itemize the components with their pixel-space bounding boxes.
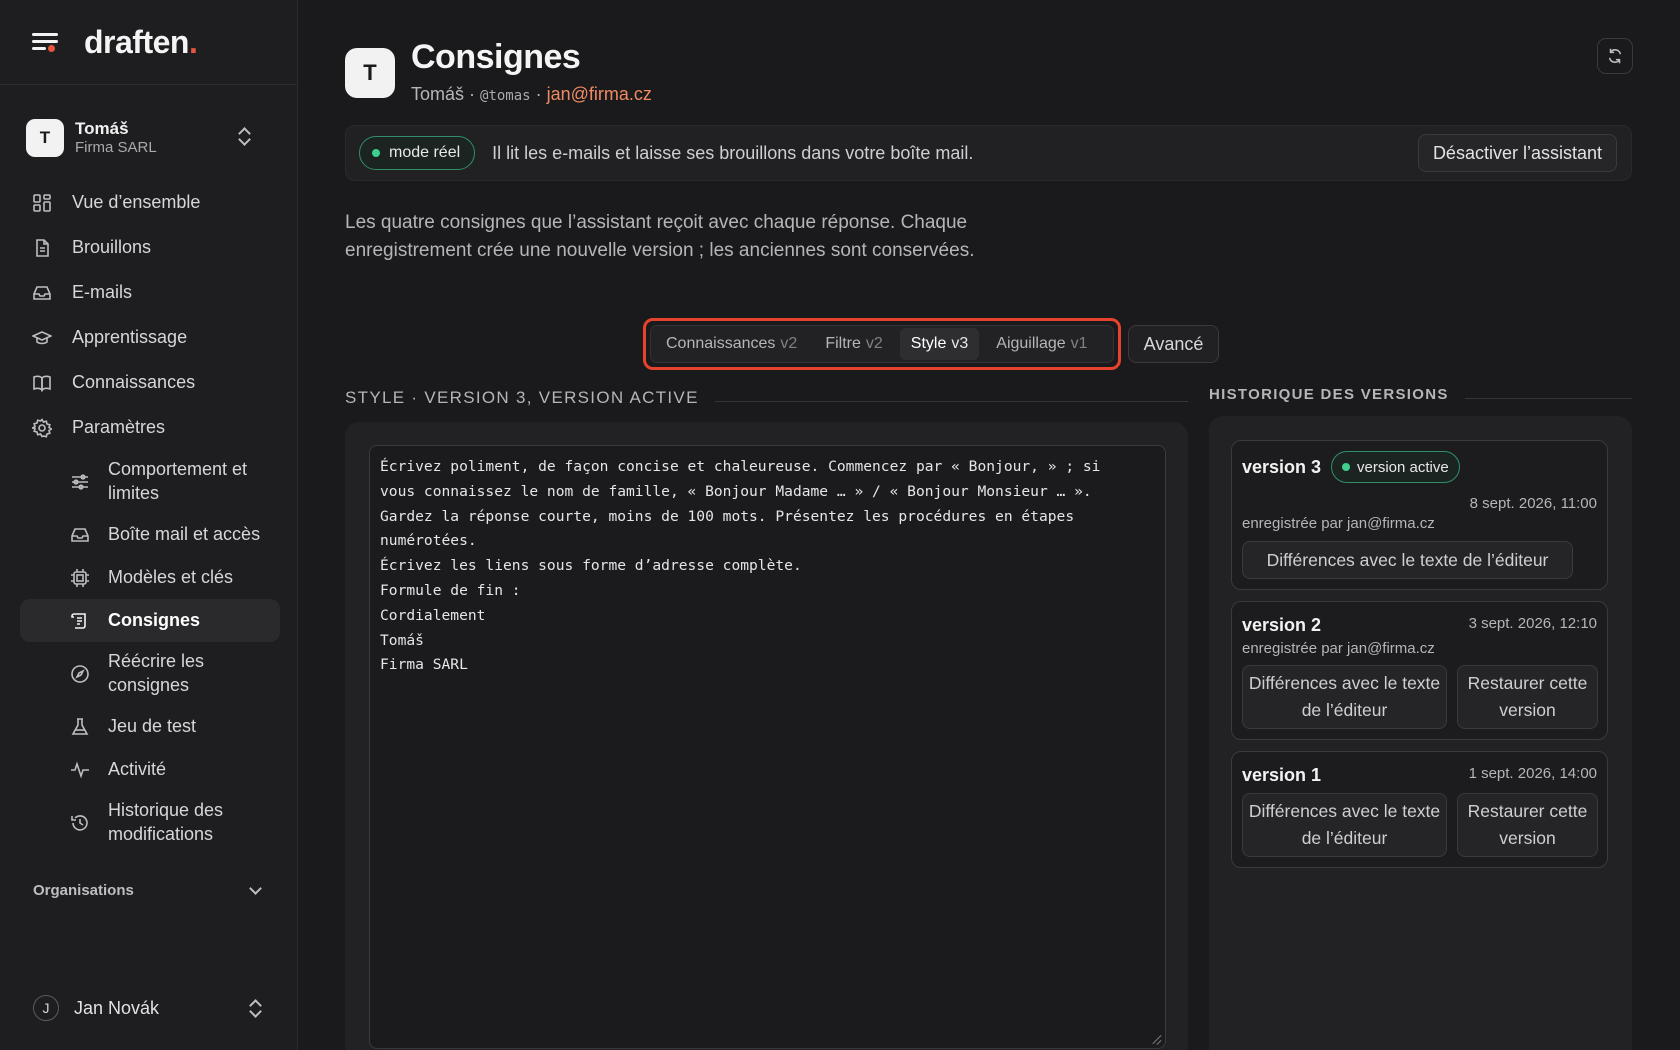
version-item: version 2 3 sept. 2026, 12:10 enregistré… (1231, 601, 1608, 740)
activity-icon (70, 760, 90, 780)
sidebar-nav: Vue d’ensemble Brouillons E-mails Appren… (20, 180, 280, 854)
restore-version-button[interactable]: Restaurer cette version (1457, 665, 1598, 729)
page-avatar: T (345, 48, 395, 98)
section-heading: STYLE · VERSION 3, VERSION ACTIVE (345, 388, 1188, 408)
intro-text: Les quatre consignes que l’assistant reç… (345, 212, 975, 261)
version-item: version 3 version active 8 sept. 2026, 1… (1231, 440, 1608, 590)
status-dot-icon (372, 149, 380, 157)
history-icon (70, 813, 90, 833)
diff-with-editor-button[interactable]: Différences avec le texte de l’éditeur (1242, 665, 1447, 729)
user-name: Jan Novák (74, 997, 160, 1018)
sidebar-subitem-models-keys[interactable]: Modèles et clés (20, 556, 280, 599)
sidebar-item-overview[interactable]: Vue d’ensemble (20, 180, 280, 225)
resize-handle-icon[interactable] (1151, 1034, 1161, 1044)
user-email-link[interactable]: jan@firma.cz (547, 84, 652, 104)
sidebar-subitem-rewrite-instructions[interactable]: Réécrire les consignes (20, 642, 280, 705)
account-switcher[interactable]: T Tomáš Firma SARL (26, 116, 276, 160)
sidebar: draften. T Tomáš Firma SARL Vue d’ensemb… (0, 0, 298, 1050)
grid-icon (32, 193, 52, 213)
sidebar-subitem-test-set[interactable]: Jeu de test (20, 705, 280, 748)
sidebar-item-knowledge[interactable]: Connaissances (20, 360, 280, 405)
compass-icon (70, 664, 90, 684)
sliders-icon (70, 472, 90, 492)
sidebar-item-learning[interactable]: Apprentissage (20, 315, 280, 360)
mode-banner: mode réel Il lit les e-mails et laisse s… (345, 125, 1632, 181)
book-icon (32, 373, 52, 393)
mode-badge: mode réel (359, 136, 476, 170)
main-content: T Consignes Tomáš · @tomas · jan@firma.c… (298, 0, 1680, 1050)
chevron-down-icon (249, 882, 262, 895)
tab-filter[interactable]: Filtre v2 (814, 328, 893, 360)
history-heading: HISTORIQUE DES VERSIONS (1209, 386, 1632, 403)
account-avatar: T (26, 119, 64, 157)
inbox-icon (32, 283, 52, 303)
diff-with-editor-button[interactable]: Différences avec le texte de l’éditeur (1242, 541, 1573, 579)
organisations-toggle[interactable]: Organisations (33, 882, 263, 899)
flask-icon (70, 717, 90, 737)
active-version-badge: version active (1331, 451, 1460, 483)
user-menu[interactable]: J Jan Novák (33, 993, 263, 1023)
sidebar-item-drafts[interactable]: Brouillons (20, 225, 280, 270)
sidebar-subitem-change-history[interactable]: Historique des modifications (20, 791, 280, 854)
refresh-icon (1608, 48, 1622, 64)
version-item: version 1 1 sept. 2026, 14:00 Différence… (1231, 751, 1608, 868)
version-history-card: version 3 version active 8 sept. 2026, 1… (1209, 416, 1632, 1050)
account-name: Tomáš (75, 119, 129, 138)
scroll-icon (70, 611, 90, 631)
brand-row: draften. (0, 0, 297, 85)
sidebar-subitem-activity[interactable]: Activité (20, 748, 280, 791)
brand-logo[interactable]: draften. (84, 24, 198, 61)
chevron-up-down-icon (238, 126, 250, 146)
diff-with-editor-button[interactable]: Différences avec le texte de l’éditeur (1242, 793, 1447, 857)
editor-card: Écrivez poliment, de façon concise et ch… (345, 422, 1188, 1050)
chevron-up-down-icon (249, 998, 261, 1018)
chip-icon (70, 568, 90, 588)
page-subtitle: Tomáš · @tomas · jan@firma.cz (411, 84, 652, 104)
user-avatar: J (33, 995, 59, 1021)
advanced-button[interactable]: Avancé (1128, 325, 1219, 363)
tab-knowledge[interactable]: Connaissances v2 (655, 328, 808, 360)
sidebar-subitem-mailbox-access[interactable]: Boîte mail et accès (20, 513, 280, 556)
account-org: Firma SARL (75, 139, 157, 157)
inbox-icon (70, 525, 90, 545)
page-title: Consignes (411, 38, 581, 76)
user-handle: @tomas (480, 88, 531, 104)
sidebar-item-emails[interactable]: E-mails (20, 270, 280, 315)
tab-routing[interactable]: Aiguillage v1 (985, 328, 1098, 360)
banner-message: Il lit les e-mails et laisse ses brouill… (492, 142, 974, 163)
graduation-cap-icon (32, 328, 52, 348)
deactivate-assistant-button[interactable]: Désactiver l’assistant (1417, 134, 1617, 172)
instruction-editor[interactable]: Écrivez poliment, de façon concise et ch… (369, 445, 1166, 1049)
sidebar-subitem-instructions[interactable]: Consignes (20, 599, 280, 642)
document-icon (32, 238, 52, 258)
gear-icon (32, 417, 52, 438)
menu-icon[interactable] (32, 30, 60, 54)
instruction-tabs-highlight: Connaissances v2 Filtre v2 Style v3 Aiguill… (643, 318, 1121, 370)
status-dot-icon (1342, 463, 1350, 471)
refresh-button[interactable] (1597, 38, 1633, 74)
tab-style[interactable]: Style v3 (899, 328, 980, 360)
instruction-tabs: Connaissances v2 Filtre v2 Style v3 Aiguill… (650, 325, 1114, 363)
sidebar-item-settings[interactable]: Paramètres (20, 405, 280, 450)
sidebar-subitem-behaviour-limits[interactable]: Comportement et limites (20, 450, 280, 513)
restore-version-button[interactable]: Restaurer cette version (1457, 793, 1598, 857)
